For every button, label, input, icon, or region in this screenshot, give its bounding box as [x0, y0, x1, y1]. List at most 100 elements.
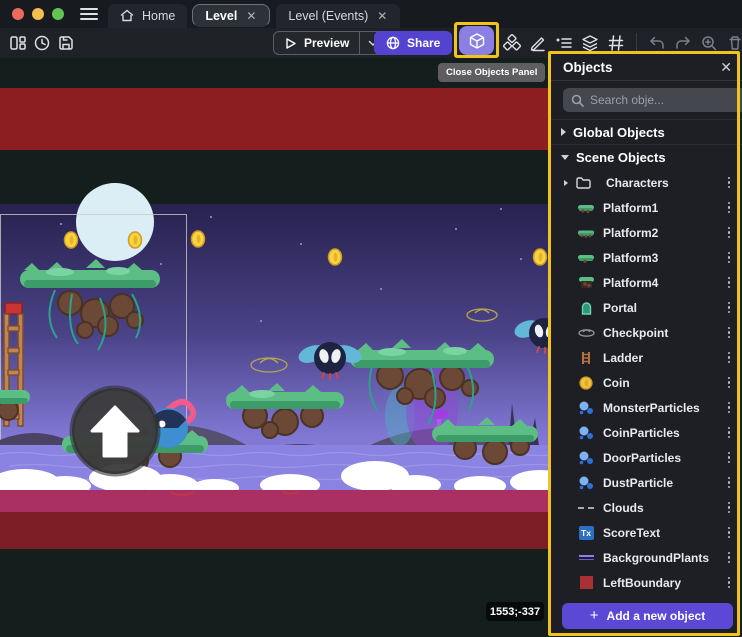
panels-icon[interactable] [6, 31, 30, 55]
object-row-coin[interactable]: Coin [551, 370, 742, 395]
bottom-banner-magenta[interactable] [0, 490, 556, 512]
tab-level[interactable]: Level ✕ [192, 4, 270, 27]
object-menu-icon[interactable] [725, 525, 734, 541]
close-tab-icon[interactable]: ✕ [376, 9, 388, 23]
touch-arrow-button[interactable] [72, 388, 158, 474]
layers-icon[interactable] [578, 31, 602, 55]
grid-icon[interactable] [604, 31, 628, 55]
bottom-banner-red[interactable] [0, 512, 556, 549]
platform-icon [577, 203, 595, 213]
close-panel-icon[interactable]: ✕ [720, 60, 732, 74]
object-row-platform2[interactable]: Platform2 [551, 220, 742, 245]
add-new-object-button[interactable]: + Add a new object [562, 603, 733, 629]
object-menu-icon[interactable] [725, 400, 734, 416]
object-menu-icon[interactable] [725, 575, 734, 591]
instances-icon[interactable] [500, 31, 524, 55]
zoom-in-icon[interactable] [697, 31, 721, 55]
object-menu-icon[interactable] [725, 250, 734, 266]
object-name: CoinParticles [603, 426, 725, 440]
objects-panel-button[interactable] [459, 26, 494, 55]
preview-button[interactable]: Preview [273, 31, 387, 55]
object-menu-icon[interactable] [725, 425, 734, 441]
object-list: Characters Platform1 Platform2 [551, 170, 742, 597]
object-menu-icon[interactable] [725, 225, 734, 241]
object-name: Platform4 [603, 276, 725, 290]
save-icon[interactable] [54, 31, 78, 55]
trash-icon[interactable] [723, 31, 742, 55]
object-name: Platform3 [603, 251, 725, 265]
object-row-coinparticles[interactable]: CoinParticles [551, 420, 742, 445]
scene-canvas[interactable] [0, 58, 556, 637]
close-window-button[interactable] [12, 8, 24, 20]
object-name: LeftBoundary [603, 576, 725, 590]
object-name: BackgroundPlants [603, 551, 725, 565]
undo-icon[interactable] [645, 31, 669, 55]
object-row-platform3[interactable]: Platform3 [551, 245, 742, 270]
object-row-ladder[interactable]: Ladder [551, 345, 742, 370]
object-menu-icon[interactable] [725, 175, 734, 191]
gdevelop-window: Home Level ✕ Level (Events) ✕ Preview [0, 0, 742, 637]
platform-icon [577, 253, 595, 263]
search-input[interactable] [590, 93, 742, 107]
object-menu-icon[interactable] [725, 275, 734, 291]
object-row-characters[interactable]: Characters [551, 170, 742, 195]
properties-icon[interactable] [552, 31, 576, 55]
tab-label: Home [142, 9, 175, 23]
close-tab-icon[interactable]: ✕ [245, 9, 257, 23]
section-label: Scene Objects [576, 150, 666, 165]
chevron-down-icon [561, 155, 569, 160]
object-menu-icon[interactable] [725, 550, 734, 566]
object-row-leftboundary[interactable]: LeftBoundary [551, 570, 742, 595]
pencil-icon[interactable] [526, 31, 550, 55]
object-row-backgroundplants[interactable]: BackgroundPlants [551, 545, 742, 570]
coin [192, 231, 205, 247]
globe-icon [386, 36, 400, 50]
object-row-clouds[interactable]: Clouds [551, 495, 742, 520]
coin [329, 249, 342, 265]
object-row-doorparticles[interactable]: DoorParticles [551, 445, 742, 470]
object-name: Checkpoint [603, 326, 725, 340]
coin [129, 232, 142, 248]
plus-icon: + [590, 607, 599, 624]
toolbar-divider [636, 33, 637, 53]
object-row-scoretext[interactable]: Tx ScoreText [551, 520, 742, 545]
redo-icon[interactable] [671, 31, 695, 55]
object-name: Portal [603, 301, 725, 315]
particles-icon [577, 401, 595, 415]
cursor-coordinates-badge: 1553;-337 [486, 602, 544, 621]
section-scene-objects[interactable]: Scene Objects [551, 145, 742, 170]
object-row-monsterparticles[interactable]: MonsterParticles [551, 395, 742, 420]
top-banner[interactable] [0, 88, 556, 150]
object-menu-icon[interactable] [725, 300, 734, 316]
platform-tall-icon [577, 276, 595, 289]
maximize-window-button[interactable] [52, 8, 64, 20]
section-global-objects[interactable]: Global Objects [551, 120, 742, 145]
moon-circle[interactable] [76, 183, 154, 261]
object-menu-icon[interactable] [725, 200, 734, 216]
tab-home[interactable]: Home [108, 4, 187, 28]
history-icon[interactable] [30, 31, 54, 55]
object-menu-icon[interactable] [725, 450, 734, 466]
preview-label: Preview [304, 36, 349, 50]
object-row-checkpoint[interactable]: Checkpoint [551, 320, 742, 345]
minimize-window-button[interactable] [32, 8, 44, 20]
tab-level-events[interactable]: Level (Events) ✕ [276, 4, 400, 28]
folder-icon [574, 177, 592, 189]
object-menu-icon[interactable] [725, 500, 734, 516]
share-button[interactable]: Share [374, 31, 452, 55]
object-menu-icon[interactable] [725, 350, 734, 366]
coordinates-value: 1553;-337 [490, 606, 540, 618]
tooltip-text: Close Objects Panel [446, 67, 537, 78]
main-menu-icon[interactable] [80, 8, 98, 20]
object-menu-icon[interactable] [725, 475, 734, 491]
object-row-platform4[interactable]: Platform4 [551, 270, 742, 295]
object-menu-icon[interactable] [725, 375, 734, 391]
objects-panel: Objects ✕ Global Objects Scene O [551, 54, 742, 637]
object-row-dustparticle[interactable]: DustParticle [551, 470, 742, 495]
object-row-platform1[interactable]: Platform1 [551, 195, 742, 220]
coin-icon [577, 376, 595, 390]
object-search-box[interactable] [563, 88, 742, 112]
object-menu-icon[interactable] [725, 325, 734, 341]
object-row-portal[interactable]: Portal [551, 295, 742, 320]
red-square-icon [577, 576, 595, 589]
